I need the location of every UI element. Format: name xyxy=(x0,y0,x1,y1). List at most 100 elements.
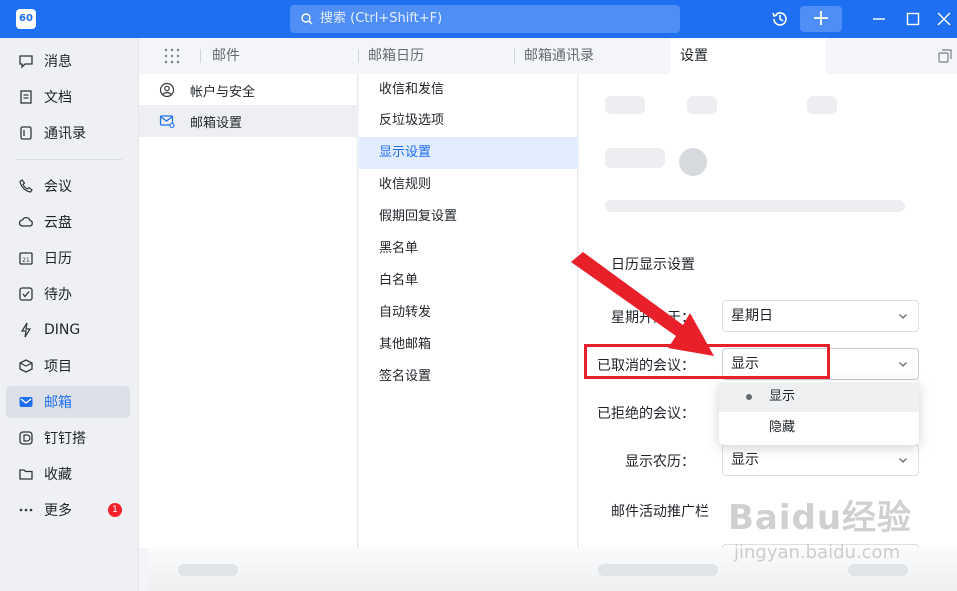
menu-label: 帐户与安全 xyxy=(190,84,256,100)
nav-item-ding[interactable]: DING xyxy=(6,314,130,346)
history-button[interactable] xyxy=(767,6,793,32)
nav-label: 收藏 xyxy=(44,467,72,483)
cloud-icon xyxy=(18,214,34,230)
tab-divider xyxy=(514,49,515,63)
menu-item-mail-settings[interactable]: 邮箱设置 xyxy=(139,105,358,137)
mail-settings-menu: 收信和发信 反垃圾选项 显示设置 收信规则 假期回复设置 黑名单 白名单 自动转… xyxy=(359,74,578,548)
tab-bar: 邮件 邮箱日历 邮箱通讯录 设置 xyxy=(139,38,957,74)
user-icon xyxy=(159,82,175,98)
add-button[interactable]: + xyxy=(800,6,842,32)
submenu-item[interactable]: 反垃圾选项 xyxy=(359,105,578,137)
history-icon xyxy=(772,12,787,26)
app-logo: 60 xyxy=(16,9,36,29)
search-icon xyxy=(301,13,313,25)
week-start-label: 星期开始于： xyxy=(611,310,695,326)
option-label: 显示 xyxy=(769,389,796,404)
submenu-item[interactable]: 收信和发信 xyxy=(359,74,578,106)
submenu-item[interactable]: 其他邮箱 xyxy=(359,329,578,361)
minimize-button[interactable] xyxy=(866,6,892,32)
select-value: 星期日 xyxy=(731,308,773,324)
watermark-logo: Baidu经验 jingyan.baidu.com xyxy=(728,484,918,574)
nav-divider xyxy=(16,159,122,160)
calendar-display-title: 日历显示设置 xyxy=(611,257,695,273)
nav-item-dingda[interactable]: 钉钉搭 xyxy=(6,422,130,454)
account-menu: 帐户与安全 邮箱设置 xyxy=(139,74,358,548)
maximize-button[interactable] xyxy=(900,6,926,32)
apps-grid-icon[interactable] xyxy=(164,48,180,64)
nav-item-cloud[interactable]: 云盘 xyxy=(6,206,130,238)
nav-label: 消息 xyxy=(44,54,72,70)
chevron-down-icon xyxy=(899,362,907,367)
submenu-item[interactable]: 白名单 xyxy=(359,265,578,297)
nav-item-calendar[interactable]: 21 日历 xyxy=(6,242,130,274)
submenu-item[interactable]: 签名设置 xyxy=(359,361,578,393)
lunar-calendar-select[interactable]: 显示 xyxy=(722,444,919,476)
tab-divider xyxy=(200,49,201,63)
nav-item-contacts[interactable]: 通讯录 xyxy=(6,117,130,149)
declined-meetings-label: 已拒绝的会议： xyxy=(597,406,695,422)
menu-item-account-security[interactable]: 帐户与安全 xyxy=(139,74,358,106)
options-dropdown: 显示 隐藏 xyxy=(719,381,919,445)
minimize-icon xyxy=(873,18,885,20)
contacts-icon xyxy=(18,125,34,141)
nav-item-favorites[interactable]: 收藏 xyxy=(6,458,130,490)
favorites-icon xyxy=(18,466,34,482)
maximize-icon xyxy=(906,12,920,26)
nav-item-todo[interactable]: 待办 xyxy=(6,278,130,310)
nav-label: 待办 xyxy=(44,287,72,303)
tab-settings[interactable]: 设置 xyxy=(670,38,826,74)
nav-label: 项目 xyxy=(44,359,72,375)
week-start-select[interactable]: 星期日 xyxy=(722,300,919,332)
tab-mail-calendar[interactable]: 邮箱日历 xyxy=(368,38,424,74)
nav-item-project[interactable]: 项目 xyxy=(6,350,130,382)
annotation-highlight-box xyxy=(584,344,830,379)
nav-item-docs[interactable]: 文档 xyxy=(6,81,130,113)
calendar-icon: 21 xyxy=(18,250,34,266)
submenu-item[interactable]: 黑名单 xyxy=(359,233,578,265)
tab-mail[interactable]: 邮件 xyxy=(212,38,240,74)
nav-label: 云盘 xyxy=(44,215,72,231)
nav-item-meeting[interactable]: 会议 xyxy=(6,170,130,202)
lunar-calendar-label: 显示农历： xyxy=(625,454,695,470)
submenu-item[interactable]: 收信规则 xyxy=(359,169,578,201)
selected-dot-icon xyxy=(746,394,752,400)
nav-label: 钉钉搭 xyxy=(44,431,86,447)
ding-icon xyxy=(18,322,34,338)
nav-label: 通讯录 xyxy=(44,126,86,142)
nav-label: 邮箱 xyxy=(44,395,72,411)
phone-icon xyxy=(18,178,34,194)
submenu-item[interactable]: 假期回复设置 xyxy=(359,201,578,233)
more-icon xyxy=(18,502,34,518)
document-icon xyxy=(18,89,34,105)
chevron-down-icon xyxy=(899,314,907,319)
chat-icon xyxy=(18,53,34,69)
nav-label: 日历 xyxy=(44,251,72,267)
close-button[interactable] xyxy=(934,6,954,32)
nav-label: DING xyxy=(44,322,81,338)
promo-section-title: 邮件活动推广栏 xyxy=(611,504,709,520)
submenu-item-display-settings[interactable]: 显示设置 xyxy=(359,137,578,169)
tab-divider xyxy=(358,49,359,63)
dropdown-option-show[interactable]: 显示 xyxy=(719,382,919,412)
nav-item-messages[interactable]: 消息 xyxy=(6,45,130,77)
select-value: 显示 xyxy=(731,452,759,468)
nav-label: 文档 xyxy=(44,90,72,106)
watermark-sub: jingyan.baidu.com xyxy=(734,542,901,563)
nav-item-mail[interactable]: 邮箱 xyxy=(6,386,130,418)
nav-label: 会议 xyxy=(44,179,72,195)
notification-badge: 1 xyxy=(108,503,122,517)
menu-label: 邮箱设置 xyxy=(190,115,243,131)
title-bar: 60 搜索 (Ctrl+Shift+F) + xyxy=(0,0,957,38)
tab-mail-contacts[interactable]: 邮箱通讯录 xyxy=(524,38,594,74)
chevron-down-icon xyxy=(899,458,907,463)
dropdown-option-hide[interactable]: 隐藏 xyxy=(719,413,919,443)
watermark-main: Baidu经验 xyxy=(728,498,913,538)
submenu-item[interactable]: 自动转发 xyxy=(359,297,578,329)
nav-label: 更多 xyxy=(44,503,72,519)
nav-item-more[interactable]: 更多 1 xyxy=(6,494,130,526)
search-input[interactable]: 搜索 (Ctrl+Shift+F) xyxy=(290,5,680,33)
popout-icon[interactable] xyxy=(938,49,952,63)
search-placeholder: 搜索 (Ctrl+Shift+F) xyxy=(320,11,443,26)
project-icon xyxy=(18,358,34,374)
left-nav: 消息 文档 通讯录 会议 云盘 21 日历 待办 DING 项目 邮箱 钉钉搭 xyxy=(0,38,139,591)
